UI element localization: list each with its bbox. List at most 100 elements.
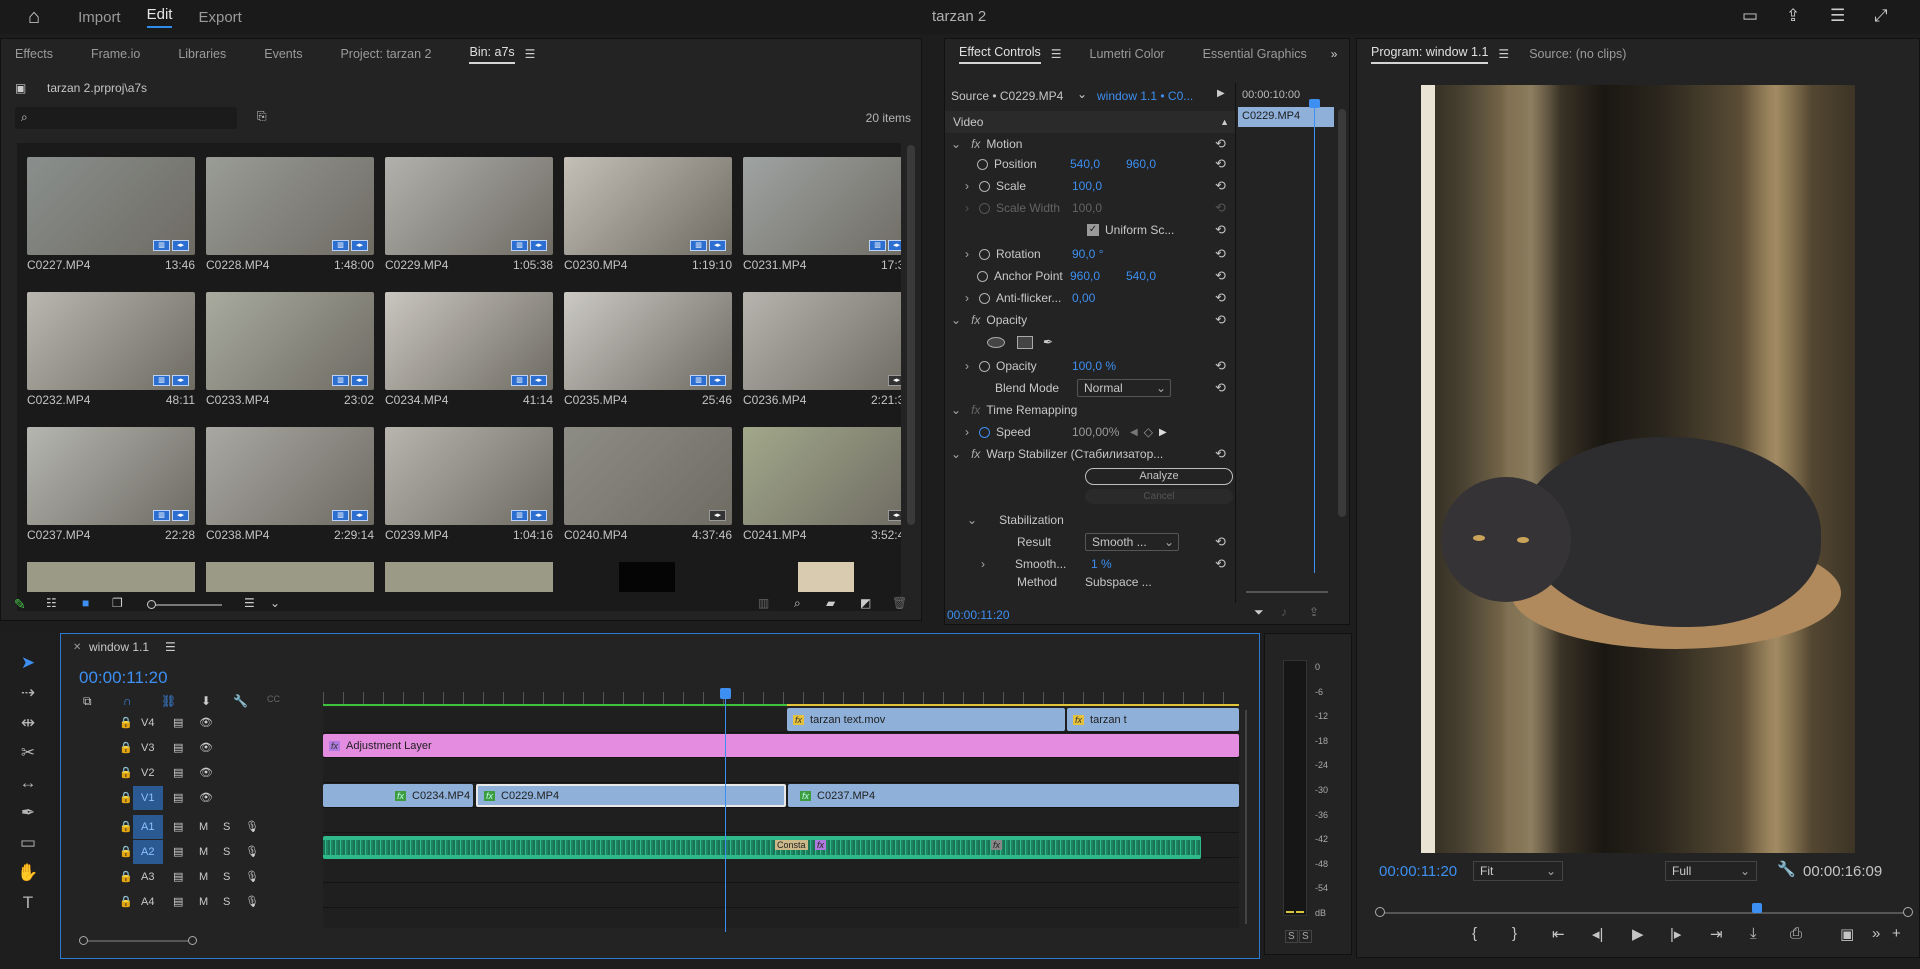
ec-warp-stabilizer[interactable]: Warp Stabilizer (Стабилизатор... bbox=[986, 447, 1163, 461]
insert-icon[interactable]: ⤓ bbox=[1750, 925, 1757, 942]
add-button-icon[interactable]: + bbox=[1892, 925, 1901, 942]
ec-anchor-x[interactable]: 960,0 bbox=[1070, 269, 1126, 283]
method-value[interactable]: Subspace ... bbox=[1085, 575, 1152, 589]
reset-icon[interactable]: ⟲ bbox=[1215, 178, 1226, 194]
eye-icon[interactable]: 👁 bbox=[199, 766, 213, 779]
sync-lock-icon[interactable]: ▤ bbox=[173, 716, 183, 729]
ec-mini-playhead-handle[interactable] bbox=[1309, 99, 1320, 108]
prev-keyframe-icon[interactable]: ◀ bbox=[1130, 427, 1138, 438]
mute-icon[interactable]: M bbox=[199, 871, 208, 883]
selection-tool-icon[interactable]: ➤ bbox=[16, 651, 40, 675]
ec-scale-value[interactable]: 100,0 bbox=[1072, 179, 1102, 193]
clip-tarzan-text[interactable]: fx tarzan text.mov bbox=[787, 708, 1065, 731]
result-dropdown[interactable]: Smooth ... ⌄ bbox=[1085, 533, 1179, 551]
list-view-icon[interactable]: ☷ bbox=[46, 596, 57, 610]
bin-menu-icon[interactable]: ☰ bbox=[525, 47, 536, 61]
scroll-up-icon[interactable]: ▲ bbox=[1220, 117, 1229, 127]
solo-icon[interactable]: S bbox=[223, 871, 230, 883]
track-label[interactable]: A3 bbox=[141, 871, 154, 883]
bin-clip-thumbnail-partial[interactable] bbox=[206, 562, 374, 592]
timeline-horizontal-scroll[interactable] bbox=[79, 936, 197, 945]
reset-icon[interactable]: ⟲ bbox=[1215, 380, 1226, 396]
sort-icon[interactable]: ☰ bbox=[244, 596, 255, 610]
bin-clip-thumbnail[interactable]: ▥ ◂▸ C0237.MP4 22:28 bbox=[27, 427, 195, 542]
track-header[interactable]: 🔒 V2 ▤ 👁 bbox=[61, 760, 323, 785]
mute-icon[interactable]: M bbox=[199, 896, 208, 908]
linked-select-icon[interactable]: ⛓ bbox=[161, 694, 176, 708]
track-header[interactable]: 🔒 A4 ▤ M S 🎙 bbox=[61, 889, 323, 914]
reset-icon[interactable]: ⟲ bbox=[1215, 446, 1226, 462]
reset-icon[interactable]: ⟲ bbox=[1215, 268, 1226, 284]
stopwatch-icon[interactable] bbox=[979, 292, 990, 304]
sync-lock-icon[interactable]: ▤ bbox=[173, 791, 183, 804]
play-button-icon[interactable]: ▶ bbox=[1632, 925, 1644, 943]
timeline-timecode[interactable]: 00:00:11:20 bbox=[79, 668, 168, 688]
sync-lock-icon[interactable]: ▤ bbox=[173, 895, 183, 908]
eye-icon[interactable]: 👁 bbox=[199, 716, 213, 729]
ec-position-y[interactable]: 960,0 bbox=[1126, 157, 1156, 171]
bin-clip-thumbnail[interactable]: ◂▸ C0241.MP4 3:52:40 bbox=[743, 427, 901, 542]
timeline-vertical-scroll[interactable] bbox=[1245, 710, 1247, 924]
reset-icon[interactable]: ⟲ bbox=[1215, 136, 1226, 152]
sync-lock-icon[interactable]: ▤ bbox=[173, 870, 183, 883]
close-icon[interactable]: ✕ bbox=[73, 642, 81, 653]
tab-effect-controls[interactable]: Effect Controls bbox=[959, 45, 1041, 64]
tab-events[interactable]: Events bbox=[264, 47, 302, 61]
bin-clip-thumbnail-partial[interactable] bbox=[743, 562, 901, 592]
timeline-playhead-handle[interactable] bbox=[720, 688, 731, 699]
ec-stabilization[interactable]: Stabilization bbox=[999, 513, 1064, 527]
step-forward-icon[interactable]: |▸ bbox=[1670, 925, 1681, 943]
track-header[interactable]: 🔒 V1 ▤ 👁 bbox=[61, 785, 323, 810]
find-bottom-icon[interactable]: ⌕ bbox=[794, 596, 801, 611]
settings-wrench-icon[interactable]: 🔧 bbox=[1777, 860, 1796, 878]
ellipse-mask-icon[interactable] bbox=[987, 336, 1005, 348]
icon-view-icon[interactable]: ■ bbox=[82, 596, 89, 610]
track-label[interactable]: V4 bbox=[141, 717, 154, 729]
solo-left-button[interactable]: S bbox=[1285, 930, 1298, 943]
track-header[interactable]: 🔒 A2 ▤ M S 🎙 bbox=[61, 839, 323, 864]
solo-right-button[interactable]: S bbox=[1299, 930, 1312, 943]
ec-sequence[interactable]: window 1.1 • C0... bbox=[1097, 89, 1193, 103]
export-frame-icon[interactable]: ▣ bbox=[1840, 925, 1854, 943]
ec-time-remapping[interactable]: Time Remapping bbox=[986, 403, 1077, 417]
ec-mini-playhead[interactable] bbox=[1314, 101, 1315, 573]
clip-c0229[interactable]: fx C0229.MP4 bbox=[476, 784, 786, 807]
fit-dropdown[interactable]: Fit ⌄ bbox=[1473, 861, 1563, 881]
lock-icon[interactable]: 🔒 bbox=[119, 870, 133, 883]
reset-icon[interactable]: ⟲ bbox=[1215, 156, 1226, 172]
ec-position-x[interactable]: 540,0 bbox=[1070, 157, 1126, 171]
clip-adjustment-layer[interactable]: fx Adjustment Layer bbox=[323, 734, 1239, 757]
tab-program[interactable]: Program: window 1.1 bbox=[1371, 45, 1489, 64]
stopwatch-icon[interactable] bbox=[979, 426, 990, 438]
razor-icon[interactable]: ✂ bbox=[16, 741, 40, 765]
add-marker-icon[interactable]: ⬇ bbox=[201, 694, 211, 708]
bin-clip-thumbnail[interactable]: ▥ ◂▸ C0227.MP4 13:46 bbox=[27, 157, 195, 272]
sequence-menu-icon[interactable]: ☰ bbox=[165, 640, 176, 654]
track-label[interactable]: A1 bbox=[141, 821, 154, 833]
microphone-icon[interactable]: 🎙 bbox=[245, 845, 259, 858]
new-item-icon[interactable]: ◩ bbox=[860, 596, 871, 610]
bin-clip-thumbnail[interactable]: ▥ ◂▸ C0232.MP4 48:11 bbox=[27, 292, 195, 407]
reset-icon[interactable]: ⟲ bbox=[1215, 290, 1226, 306]
track-label[interactable]: A4 bbox=[141, 896, 154, 908]
sync-lock-icon[interactable]: ▤ bbox=[173, 766, 183, 779]
sync-lock-icon[interactable]: ▤ bbox=[173, 845, 183, 858]
program-video-frame[interactable] bbox=[1421, 85, 1855, 853]
blend-mode-dropdown[interactable]: Normal ⌄ bbox=[1077, 379, 1171, 397]
rectangle-mask-icon[interactable] bbox=[1017, 335, 1033, 349]
eye-icon[interactable]: 👁 bbox=[199, 791, 213, 804]
workspaces-icon[interactable]: ▭ bbox=[1742, 6, 1758, 26]
solo-icon[interactable]: S bbox=[223, 896, 230, 908]
lock-icon[interactable]: 🔒 bbox=[119, 791, 133, 804]
folder-up-icon[interactable]: ▣ bbox=[15, 81, 26, 95]
pen-mask-icon[interactable]: ✒ bbox=[1043, 335, 1053, 349]
constant-gain-label[interactable]: Consta bbox=[775, 840, 808, 850]
home-icon[interactable]: ⌂ bbox=[28, 6, 40, 29]
mute-icon[interactable]: M bbox=[199, 821, 208, 833]
analyze-button[interactable]: Analyze bbox=[1085, 467, 1233, 485]
ec-anchor-y[interactable]: 540,0 bbox=[1126, 269, 1156, 283]
chevron-down-icon[interactable]: ⌄ bbox=[1077, 87, 1087, 101]
reset-icon[interactable]: ⟲ bbox=[1215, 556, 1226, 572]
chevron-down-icon[interactable]: ⌄ bbox=[270, 596, 280, 610]
track-select-icon[interactable]: ⇢ bbox=[16, 681, 40, 705]
